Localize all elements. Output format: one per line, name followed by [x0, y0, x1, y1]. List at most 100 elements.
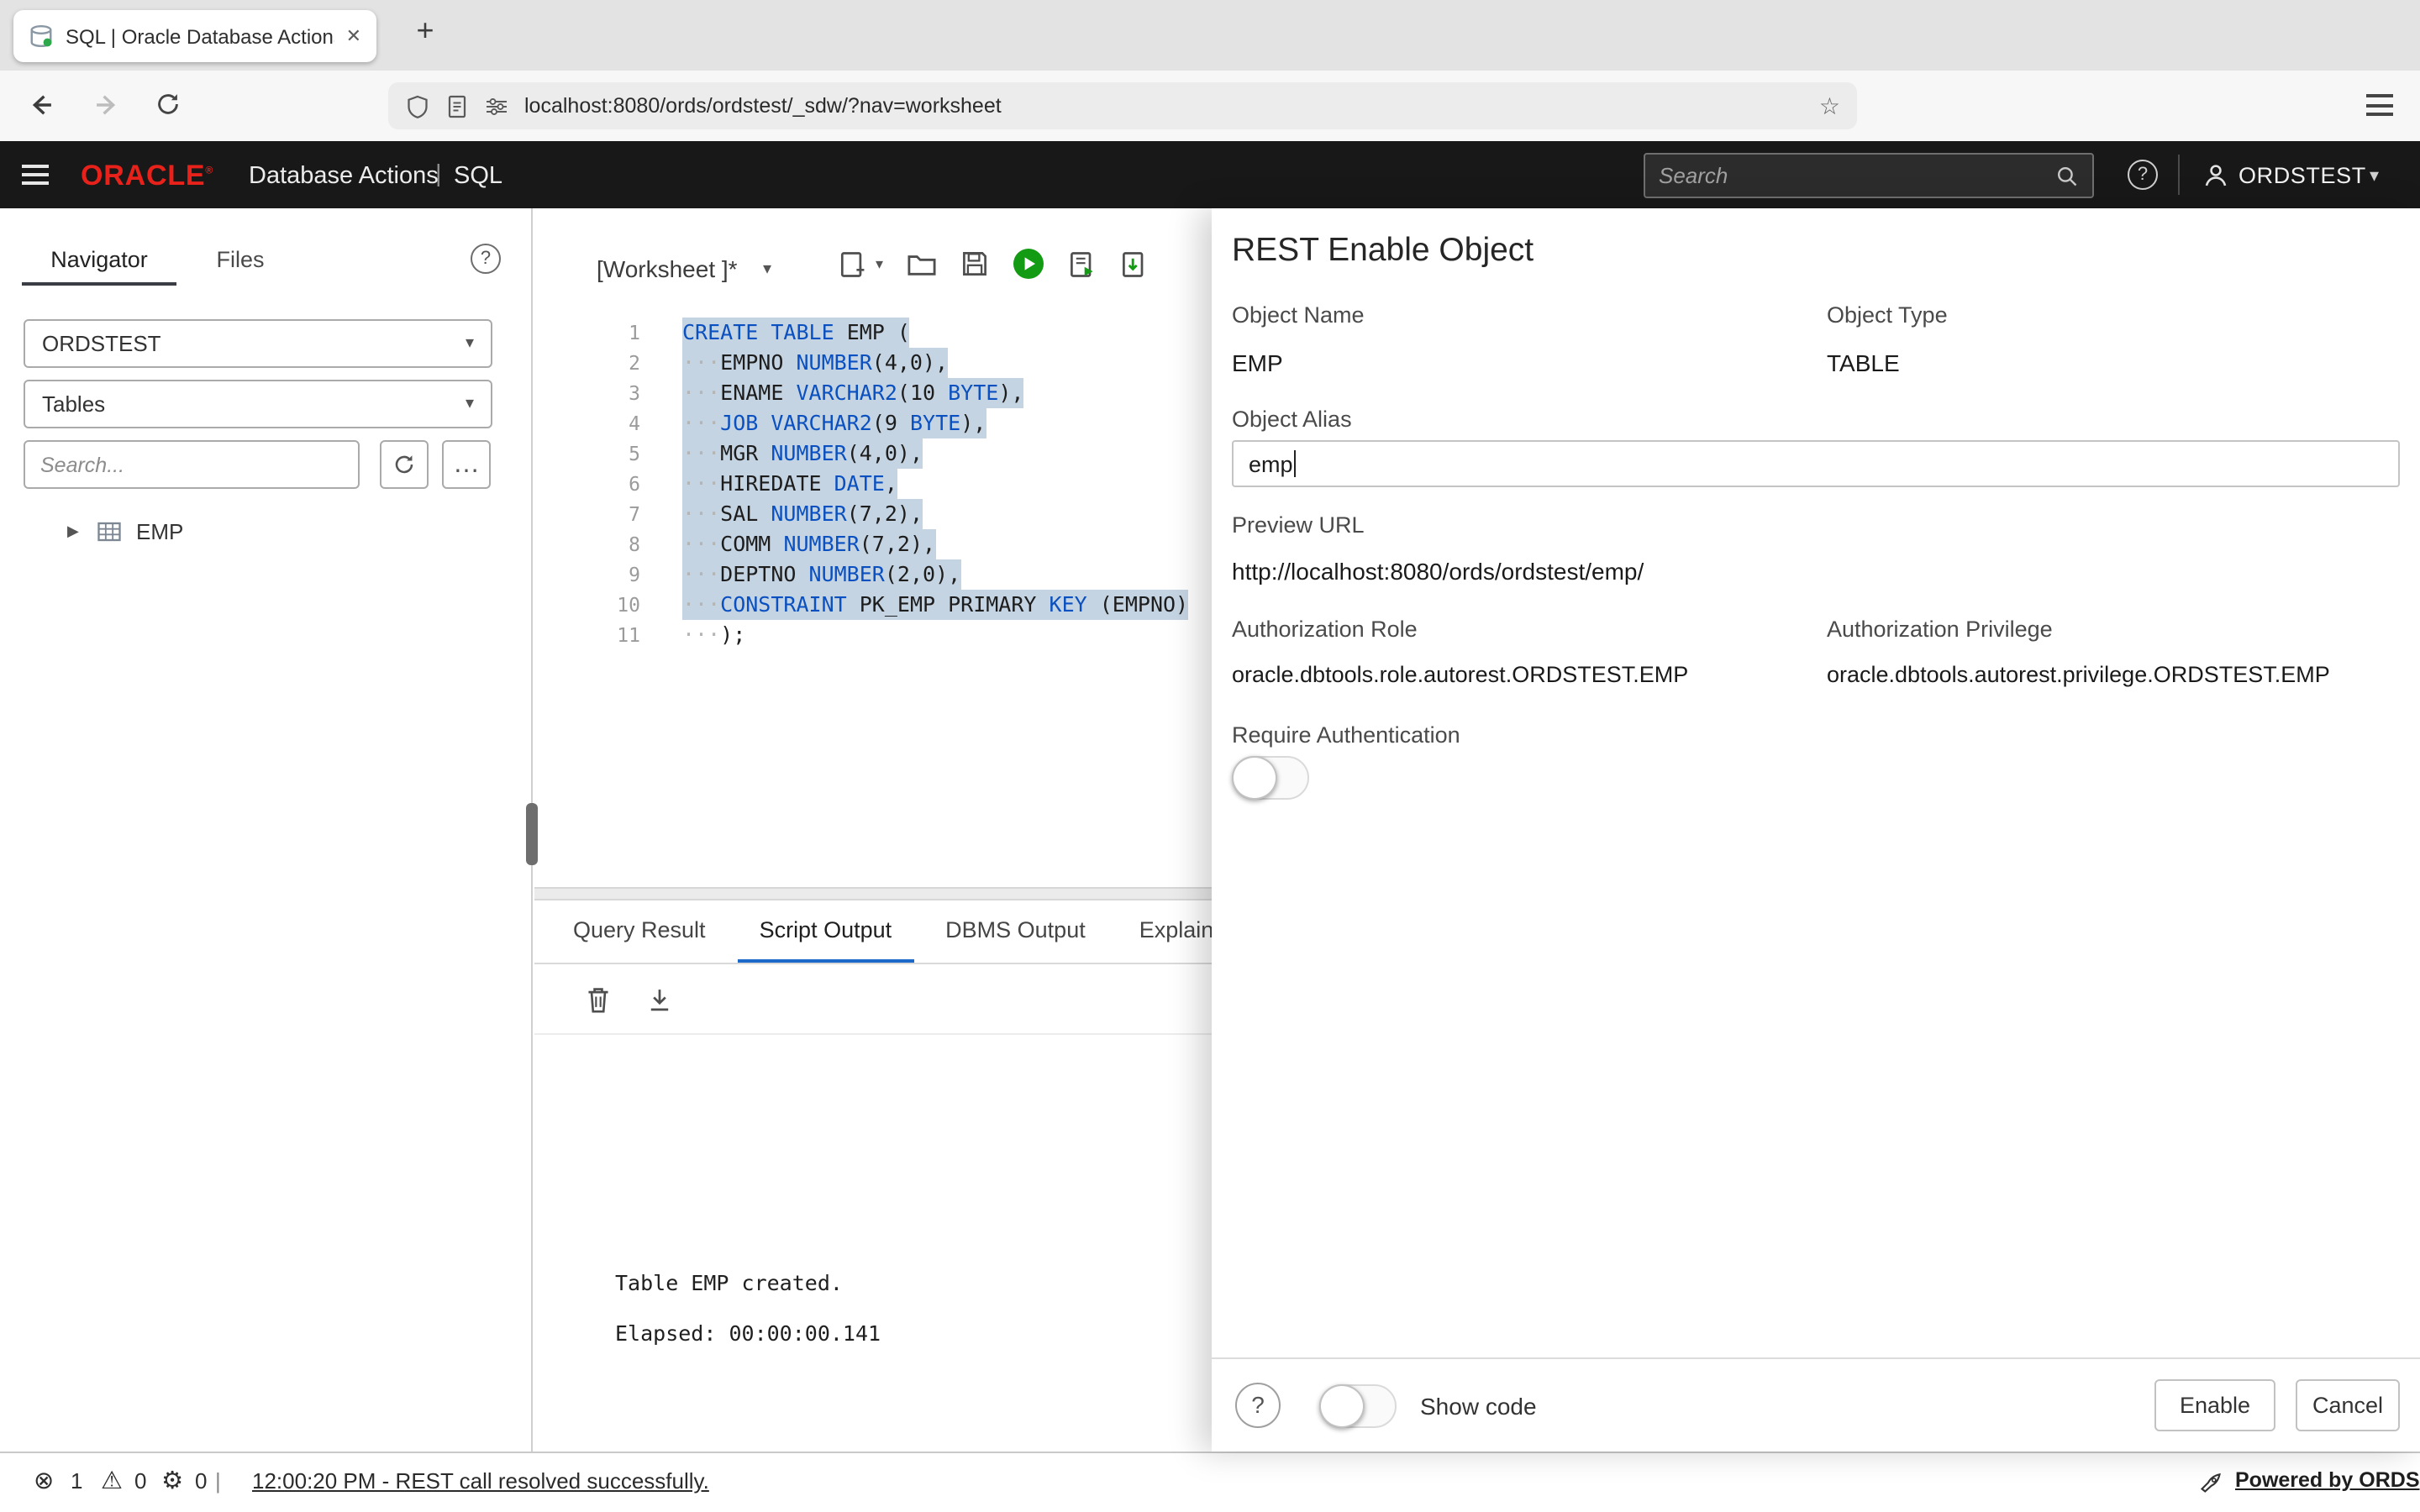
content-area: Navigator Files ? ORDSTEST ▾ Tables ▾ … …	[0, 208, 2420, 1452]
status-bar: ⊗ 1 ⚠ 0 ⚙ 0 | 12:00:20 PM - REST call re…	[0, 1452, 2420, 1512]
tab-files[interactable]: Files	[188, 235, 292, 286]
tab-close-icon[interactable]: ✕	[346, 25, 361, 47]
tree-item-emp[interactable]: ▶ EMP	[0, 512, 531, 549]
rest-enable-object-dialog: REST Enable Object Object Name Object Ty…	[1212, 208, 2420, 1452]
code-text: CREATE TABLE EMP (	[682, 318, 910, 348]
user-menu[interactable]: ORDSTEST	[2238, 163, 2366, 188]
tab-script-output[interactable]: Script Output	[738, 900, 914, 963]
url-text[interactable]: localhost:8080/ords/ordstest/_sdw/?nav=w…	[524, 94, 1804, 118]
worksheet-chevron-down-icon[interactable]: ▾	[763, 260, 771, 279]
global-search-input[interactable]	[1659, 163, 2045, 188]
dialog-footer: ? Show code Enable Cancel	[1212, 1357, 2420, 1452]
more-actions-button[interactable]: …	[442, 440, 491, 489]
browser-tab-bar: SQL | Oracle Database Actions ✕ +	[0, 0, 2420, 71]
new-worksheet-chevron-down-icon[interactable]: ▾	[876, 255, 883, 273]
require-auth-label: Require Authentication	[1232, 722, 1460, 748]
sidebar-help-icon[interactable]: ?	[471, 244, 501, 274]
processes-count[interactable]: 0	[195, 1468, 207, 1494]
chevron-down-icon: ▾	[466, 381, 474, 427]
worksheet-toolbar: ▾	[837, 247, 1149, 281]
ellipsis-icon: …	[453, 451, 480, 478]
sidebar-splitter-handle[interactable]	[526, 803, 538, 865]
enable-button[interactable]: Enable	[2154, 1379, 2275, 1431]
browser-tab[interactable]: SQL | Oracle Database Actions ✕	[13, 10, 376, 62]
show-code-label: Show code	[1420, 1393, 1537, 1420]
app-menu-icon[interactable]	[22, 165, 49, 185]
permissions-sliders-icon[interactable]	[484, 93, 509, 118]
code-text: ···HIREDATE DATE,	[682, 469, 897, 499]
preview-url-value: http://localhost:8080/ords/ordstest/emp/	[1232, 558, 1644, 585]
forward-button[interactable]	[92, 91, 121, 119]
user-chevron-down-icon[interactable]: ▾	[2370, 165, 2379, 186]
header-divider: |	[435, 161, 442, 188]
line-number: 2	[534, 348, 655, 378]
schema-select-value: ORDSTEST	[42, 331, 161, 356]
chevron-down-icon: ▾	[466, 321, 474, 366]
errors-icon[interactable]: ⊗	[34, 1468, 54, 1495]
back-button[interactable]	[27, 91, 55, 119]
expand-caret-icon[interactable]: ▶	[67, 522, 79, 540]
warnings-icon[interactable]: ⚠	[101, 1468, 123, 1495]
object-alias-value: emp	[1249, 451, 1293, 476]
schema-select[interactable]: ORDSTEST ▾	[24, 319, 492, 368]
open-folder-icon[interactable]	[905, 249, 937, 278]
download-output-icon[interactable]	[645, 984, 674, 1014]
tab-navigator[interactable]: Navigator	[22, 235, 176, 286]
search-icon	[2055, 164, 2079, 187]
dialog-help-icon[interactable]: ?	[1235, 1383, 1281, 1428]
help-icon[interactable]: ?	[2128, 160, 2158, 190]
object-alias-input[interactable]: emp	[1232, 440, 2400, 487]
status-message-link[interactable]: 12:00:20 PM - REST call resolved success…	[252, 1468, 709, 1494]
powered-by-ords-link[interactable]: Powered by ORDS	[2235, 1468, 2420, 1492]
table-icon	[96, 518, 123, 543]
app-header: ORACLE® Database Actions | SQL ? ORDSTES…	[0, 141, 2420, 208]
tab-dbms-output[interactable]: DBMS Output	[923, 900, 1107, 963]
browser-nav-bar: localhost:8080/ords/ordstest/_sdw/?nav=w…	[0, 71, 2420, 141]
data-loading-icon[interactable]	[1118, 248, 1149, 280]
run-statement-button[interactable]	[1011, 247, 1044, 281]
new-tab-button[interactable]: +	[403, 13, 447, 49]
reader-page-icon[interactable]	[445, 93, 469, 118]
tab-title: SQL | Oracle Database Actions	[66, 24, 334, 48]
object-type-select[interactable]: Tables ▾	[24, 380, 492, 428]
auth-privilege-label: Authorization Privilege	[1827, 617, 2053, 642]
toggle-knob	[1232, 756, 1277, 800]
object-name-label: Object Name	[1232, 302, 1365, 328]
code-text: ···);	[682, 620, 745, 650]
save-icon[interactable]	[959, 249, 989, 279]
run-script-button[interactable]	[1066, 248, 1097, 280]
auth-role-label: Authorization Role	[1232, 617, 1418, 642]
app-name: SQL	[454, 163, 502, 190]
cancel-button[interactable]: Cancel	[2296, 1379, 2400, 1431]
status-separator: |	[215, 1468, 221, 1494]
output-line: Elapsed: 00:00:00.141	[615, 1317, 881, 1368]
reload-button[interactable]	[155, 91, 182, 118]
text-cursor	[1295, 450, 1297, 477]
show-code-toggle[interactable]	[1319, 1384, 1397, 1428]
user-icon	[2202, 161, 2230, 190]
oracle-logo: ORACLE®	[81, 160, 213, 193]
refresh-button[interactable]	[380, 440, 429, 489]
shield-icon[interactable]	[405, 93, 430, 118]
object-type-value: TABLE	[1827, 349, 1900, 376]
object-alias-label: Object Alias	[1232, 407, 1352, 432]
worksheet-tab-label[interactable]: [Worksheet ]*	[597, 255, 738, 282]
code-text: ···CONSTRAINT PK_EMP PRIMARY KEY (EMPNO)	[682, 590, 1188, 620]
processes-gear-icon[interactable]: ⚙	[161, 1468, 183, 1495]
line-number: 11	[534, 620, 655, 650]
auth-role-value: oracle.dbtools.role.autorest.ORDSTEST.EM…	[1232, 662, 1688, 687]
warnings-count[interactable]: 0	[134, 1468, 146, 1494]
errors-count[interactable]: 1	[71, 1468, 82, 1494]
require-auth-toggle[interactable]	[1232, 756, 1309, 800]
sidebar-search-input[interactable]	[24, 440, 360, 489]
address-bar[interactable]: localhost:8080/ords/ordstest/_sdw/?nav=w…	[388, 82, 1857, 129]
browser-menu-icon[interactable]	[2366, 94, 2393, 116]
dialog-title: REST Enable Object	[1232, 232, 1534, 270]
tab-query-result[interactable]: Query Result	[551, 900, 728, 963]
preview-url-label: Preview URL	[1232, 512, 1365, 538]
global-search[interactable]	[1644, 153, 2094, 198]
bookmark-star-icon[interactable]: ☆	[1819, 92, 1840, 120]
clear-output-trash-icon[interactable]	[585, 984, 612, 1014]
new-worksheet-icon[interactable]	[837, 248, 867, 280]
line-number: 8	[534, 529, 655, 559]
